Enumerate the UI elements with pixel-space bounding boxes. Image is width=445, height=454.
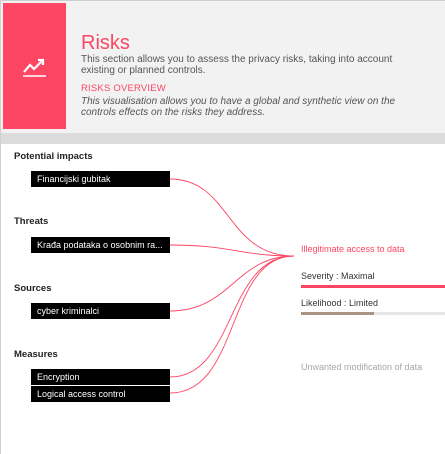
measure-item-logical-access[interactable]: Logical access control	[31, 386, 170, 402]
risk-title-active[interactable]: Illegitimate access to data	[301, 244, 405, 254]
sources-heading: Sources	[14, 283, 52, 294]
threats-heading: Threats	[14, 216, 49, 227]
severity-meter-fill	[301, 285, 445, 288]
source-item[interactable]: cyber kriminalci	[31, 303, 170, 319]
impacts-heading: Potential impacts	[14, 151, 93, 162]
measure-item-encryption[interactable]: Encryption	[31, 369, 170, 385]
threat-item[interactable]: Krađa podataka o osobnim ra...	[31, 237, 170, 253]
connector-threat	[169, 244, 295, 257]
likelihood-meter-fill	[301, 312, 374, 315]
connector-measure-2	[169, 255, 295, 394]
risk-title-secondary[interactable]: Unwanted modification of data	[301, 362, 422, 372]
risks-panel: Risks This section allows you to assess …	[0, 0, 445, 454]
impact-item[interactable]: Financijski gubitak	[31, 171, 170, 187]
connector-impact	[169, 178, 295, 257]
severity-label: Severity : Maximal	[301, 271, 375, 281]
likelihood-label: Likelihood : Limited	[301, 298, 379, 308]
connector-source	[169, 255, 295, 312]
severity-meter	[301, 285, 445, 288]
measures-heading: Measures	[14, 349, 58, 360]
likelihood-meter	[301, 312, 445, 315]
connector-measure-1	[169, 255, 295, 378]
